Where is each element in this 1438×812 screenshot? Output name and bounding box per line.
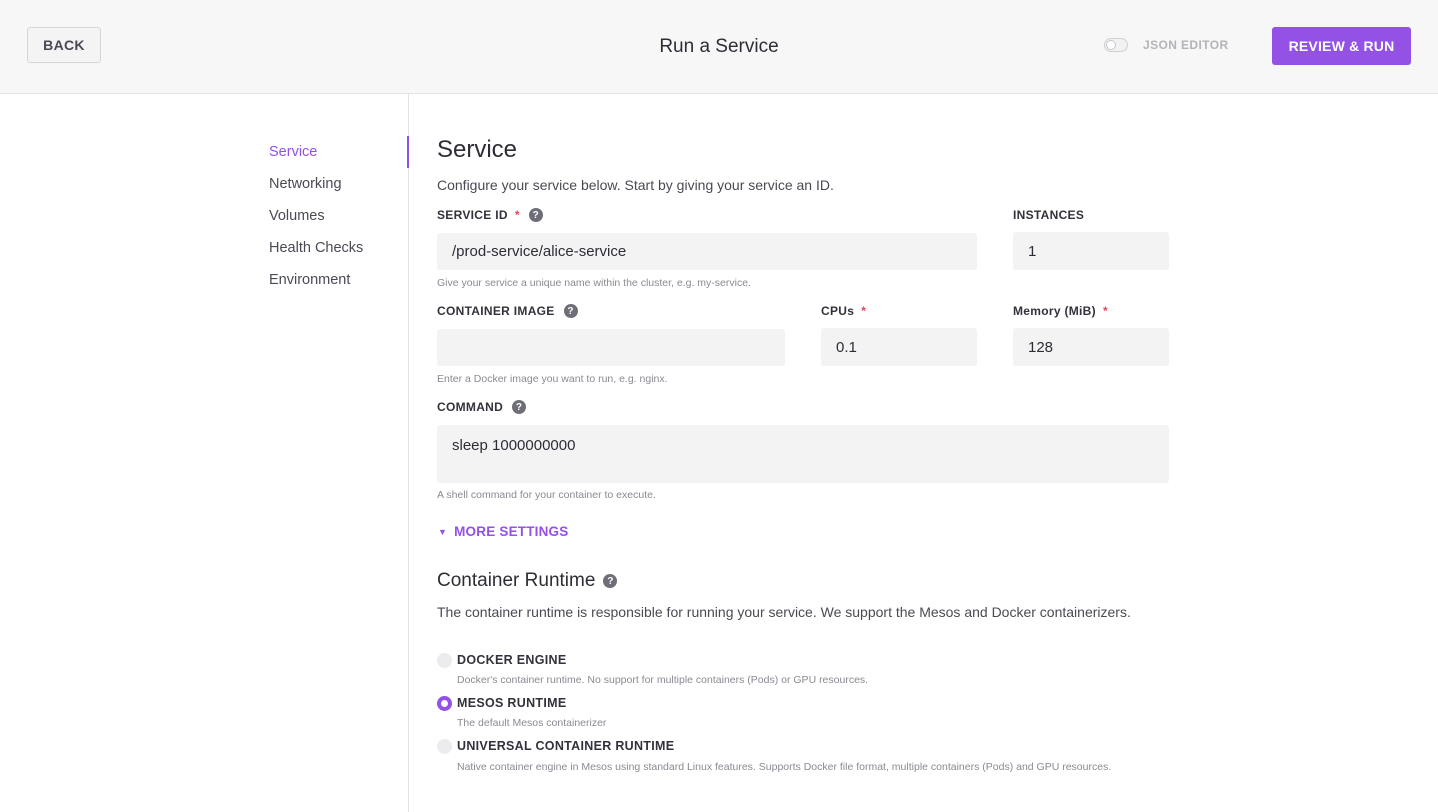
question-circle-icon[interactable]: ?	[512, 400, 527, 414]
sidebar-item-environment[interactable]: Environment	[269, 272, 350, 288]
runtime-title: Container Runtime ?	[437, 570, 618, 592]
container-image-label-text: CONTAINER IMAGE	[437, 304, 555, 318]
question-circle-icon[interactable]: ?	[563, 304, 578, 318]
instances-input[interactable]: 1	[1013, 232, 1169, 270]
container-image-label: CONTAINER IMAGE ?	[437, 304, 578, 318]
container-image-input[interactable]	[437, 329, 785, 366]
docker-engine-radio[interactable]	[437, 653, 452, 668]
service-id-input[interactable]: /prod-service/alice-service	[437, 233, 977, 270]
memory-input[interactable]: 128	[1013, 328, 1169, 366]
section-description: Configure your service below. Start by g…	[437, 177, 834, 193]
memory-label: Memory (MiB) *	[1013, 304, 1108, 318]
ucr-title[interactable]: UNIVERSAL CONTAINER RUNTIME	[457, 739, 674, 753]
required-marker: *	[861, 304, 867, 318]
ucr-desc: Native container engine in Mesos using s…	[457, 761, 1112, 773]
command-label-text: COMMAND	[437, 400, 504, 414]
sidebar-item-health-checks[interactable]: Health Checks	[269, 240, 363, 256]
top-bar: BACK Run a Service JSON EDITOR REVIEW & …	[0, 0, 1438, 94]
sidebar-item-service[interactable]: Service	[269, 144, 317, 160]
command-label: COMMAND ?	[437, 400, 527, 414]
required-marker: *	[514, 208, 520, 222]
service-id-hint: Give your service a unique name within t…	[437, 277, 751, 289]
command-hint: A shell command for your container to ex…	[437, 489, 656, 501]
caret-down-icon: ▼	[438, 526, 448, 537]
cpus-input[interactable]: 0.1	[821, 328, 977, 366]
instances-label-text: INSTANCES	[1013, 208, 1085, 222]
container-image-hint: Enter a Docker image you want to run, e.…	[437, 373, 668, 385]
mesos-runtime-radio[interactable]	[437, 696, 452, 711]
required-marker: *	[1102, 304, 1108, 318]
cpus-label-text: CPUs	[821, 304, 855, 318]
runtime-description: The container runtime is responsible for…	[437, 604, 1131, 620]
json-editor-toggle[interactable]	[1104, 38, 1128, 52]
active-indicator	[407, 136, 409, 168]
question-circle-icon[interactable]: ?	[528, 208, 543, 222]
review-and-run-button[interactable]: REVIEW & RUN	[1272, 27, 1411, 65]
mesos-runtime-desc: The default Mesos containerizer	[457, 717, 607, 729]
sidebar-item-volumes[interactable]: Volumes	[269, 208, 325, 224]
sidebar-divider	[408, 94, 409, 812]
mesos-runtime-title[interactable]: MESOS RUNTIME	[457, 696, 566, 710]
instances-label: INSTANCES	[1013, 208, 1084, 222]
ucr-radio[interactable]	[437, 739, 452, 754]
sidebar-item-networking[interactable]: Networking	[269, 176, 342, 192]
docker-engine-desc: Docker's container runtime. No support f…	[457, 674, 869, 686]
json-editor-label[interactable]: JSON EDITOR	[1143, 38, 1229, 52]
question-circle-icon[interactable]: ?	[603, 574, 618, 588]
section-title: Service	[437, 136, 518, 163]
command-textarea[interactable]: sleep 1000000000	[437, 425, 1169, 483]
service-id-label: SERVICE ID * ?	[437, 208, 543, 222]
docker-engine-title[interactable]: DOCKER ENGINE	[457, 653, 566, 667]
more-settings-toggle[interactable]: ▼ MORE SETTINGS	[438, 524, 568, 539]
service-id-label-text: SERVICE ID	[437, 208, 508, 222]
runtime-title-text: Container Runtime	[437, 570, 596, 591]
cpus-label: CPUs *	[821, 304, 866, 318]
memory-label-text: Memory (MiB)	[1013, 304, 1096, 318]
toggle-knob	[1106, 40, 1116, 50]
more-settings-label: MORE SETTINGS	[454, 524, 569, 539]
